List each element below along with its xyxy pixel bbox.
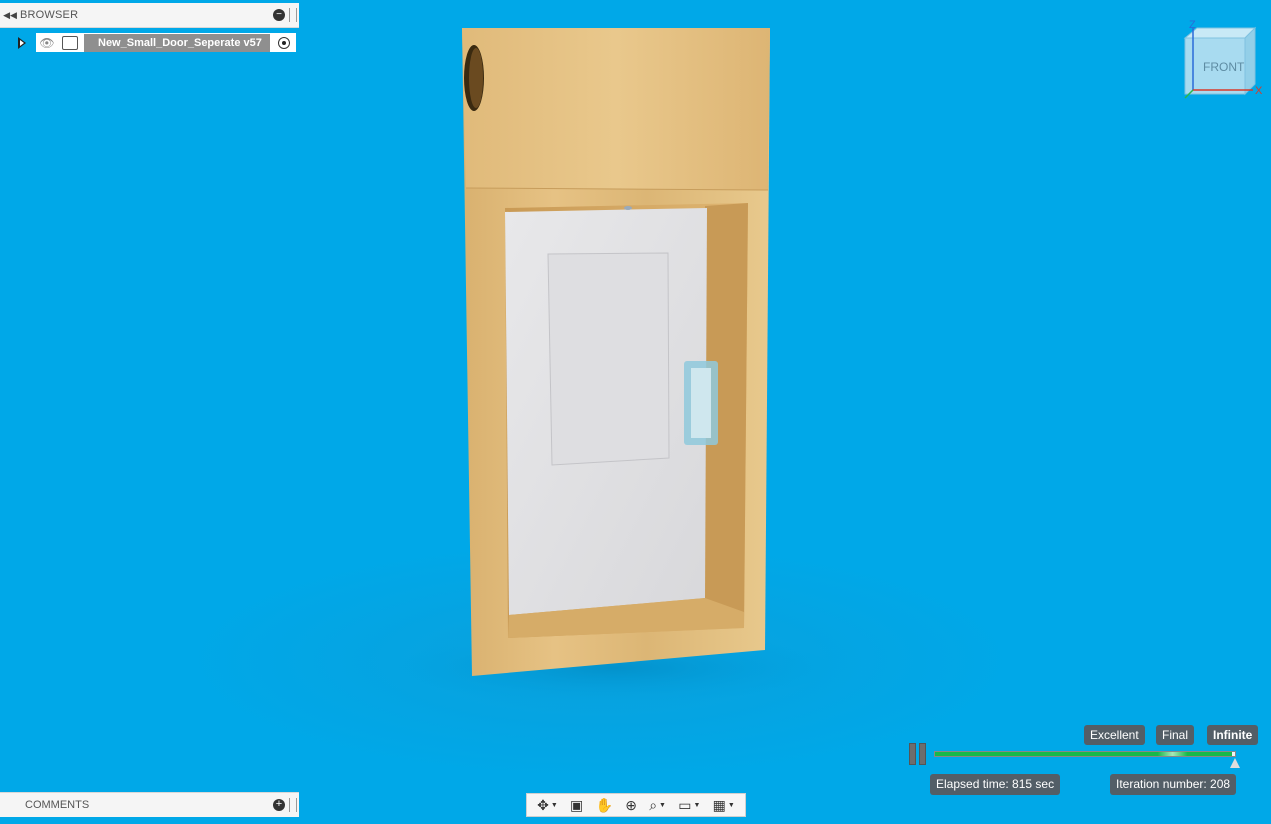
component-icon <box>62 35 78 50</box>
document-name[interactable]: New_Small_Door_Seperate v57 <box>84 33 270 52</box>
axis-x-label: X <box>1255 85 1263 97</box>
comments-panel: COMMENTS + <box>0 792 299 817</box>
pause-bar-icon <box>909 743 916 765</box>
pause-bar-icon <box>919 743 926 765</box>
progress-marker-icon[interactable] <box>1230 758 1240 768</box>
cabinet-model[interactable] <box>0 0 1271 824</box>
expand-arrow-icon[interactable] <box>18 36 26 49</box>
visibility-eye-icon[interactable]: 👁 <box>36 36 58 50</box>
quality-infinite-button[interactable]: Infinite <box>1207 725 1259 745</box>
viewcube-face-label: FRONT <box>1203 60 1245 74</box>
browser-panel-header: ◀◀ BROWSER − <box>0 3 299 28</box>
orbit-icon[interactable]: ✥ ▼ <box>537 797 558 814</box>
browser-root-node[interactable]: 👁 New_Small_Door_Seperate v57 <box>36 33 296 52</box>
browser-tree-root[interactable]: 👁 New_Small_Door_Seperate v57 <box>14 32 296 53</box>
fit-icon[interactable]: ⌕ ▼ <box>649 797 666 814</box>
add-comment-icon[interactable]: + <box>273 799 285 811</box>
comments-title: COMMENTS <box>25 799 90 811</box>
quality-excellent-button[interactable]: Excellent <box>1084 725 1145 745</box>
zoom-icon[interactable]: ⊕ <box>625 797 637 814</box>
iteration-number: Iteration number: 208 <box>1110 774 1237 795</box>
navigation-toolbar: ✥ ▼ ▣ ✋ ⊕ ⌕ ▼ ▭ ▼ ▦ ▼ <box>526 793 746 817</box>
grid-icon[interactable]: ▦ ▼ <box>713 797 735 814</box>
browser-title: BROWSER <box>20 9 79 21</box>
look-at-icon[interactable]: ▣ <box>570 797 583 814</box>
collapse-panel-icon[interactable]: ◀◀ <box>0 10 20 21</box>
activate-radio-icon[interactable] <box>277 36 290 49</box>
render-progress-bar <box>934 751 1236 757</box>
quality-final-button[interactable]: Final <box>1156 725 1195 745</box>
pan-icon[interactable]: ✋ <box>596 797 613 814</box>
panel-grip-icon[interactable] <box>289 8 297 22</box>
pause-render-button[interactable] <box>909 743 929 765</box>
minimize-icon[interactable]: − <box>273 9 285 21</box>
canvas-viewport[interactable] <box>0 0 1271 824</box>
panel-grip-icon[interactable] <box>289 798 297 812</box>
elapsed-time: Elapsed time: 815 sec <box>930 774 1061 795</box>
display-settings-icon[interactable]: ▭ ▼ <box>678 797 700 814</box>
viewcube[interactable]: Z X FRONT <box>1175 14 1265 104</box>
viewcube-right-face <box>1244 26 1256 96</box>
axis-z-label: Z <box>1189 19 1196 31</box>
render-progress-fill <box>935 752 1232 756</box>
